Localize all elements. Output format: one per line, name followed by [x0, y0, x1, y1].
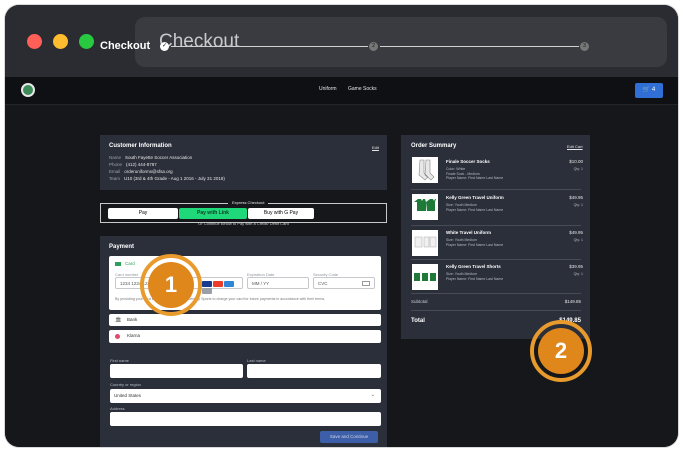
bank-icon: 🏛 — [115, 317, 122, 323]
divider — [411, 310, 581, 311]
item-image-shorts — [412, 264, 438, 290]
total-label: Total — [411, 318, 425, 324]
country-label: Country or region — [110, 382, 141, 387]
first-name-input[interactable] — [110, 364, 243, 378]
item-detail: Player Name: First Name Last Name — [446, 242, 504, 247]
minimize-window-button[interactable] — [53, 34, 68, 49]
item-price: $49.95 — [569, 195, 583, 200]
step-3: 3 — [580, 42, 589, 51]
amex-icon — [224, 281, 234, 287]
item-qty: Qty: 1 — [573, 167, 583, 171]
item-qty: Qty: 1 — [573, 203, 583, 207]
payment-title: Payment — [109, 244, 135, 250]
item-name: Kelly Green Travel Shorts — [446, 264, 501, 269]
step-1-check-icon: ✓ — [160, 42, 169, 51]
express-checkout: Express Checkout Pay Pay with Link Buy w… — [100, 200, 387, 223]
item-image-green-uniform — [412, 194, 438, 220]
visa-icon — [202, 281, 212, 287]
or-continue-text: Or Continue Below to Pay with a Credit/ … — [198, 221, 289, 226]
bank-tab-label: Bank — [127, 317, 138, 322]
first-name-label: First name — [110, 358, 129, 363]
order-summary-title: Order Summary — [411, 143, 457, 149]
nav-link-uniform[interactable]: Uniform — [319, 86, 337, 92]
customer-row-name: Name South Fayette Soccer Association — [109, 155, 193, 160]
customer-row-team: Team U10 (3rd & 4th Grade - Aug 1 2016 - … — [109, 176, 225, 181]
customer-row-phone: Phone (412) 444-8787 — [109, 162, 157, 167]
cart-icon: 🛒 — [642, 87, 651, 93]
item-name: Kelly Green Travel Uniform — [446, 195, 504, 200]
card-brand-icons — [202, 281, 242, 295]
chevron-down-icon: ⌄ — [370, 392, 375, 398]
divider — [411, 259, 581, 260]
customer-info-panel: Customer Information Edit Name South Faye… — [100, 135, 387, 190]
close-window-button[interactable] — [27, 34, 42, 49]
discover-icon — [202, 288, 212, 294]
customer-info-title: Customer Information — [109, 143, 172, 149]
cvc-card-icon — [362, 281, 370, 286]
item-qty: Qty: 1 — [573, 272, 583, 276]
klarna-tab-label: Klarna — [127, 333, 141, 338]
annotation-marker-2: 2 — [530, 320, 592, 382]
item-name: Finale Soccer Socks — [446, 159, 490, 164]
order-summary-panel: Order Summary Edit Cart Finale Soccer So… — [401, 135, 590, 339]
last-name-input[interactable] — [247, 364, 381, 378]
cart-count: 4 — [651, 87, 656, 93]
apple-pay-button[interactable]: Pay — [108, 208, 178, 219]
security-code-field[interactable]: CVC — [313, 277, 375, 289]
item-image-white-uniform — [412, 230, 438, 256]
item-name: White Travel Uniform — [446, 230, 492, 235]
customer-row-email: Email orderuniforms@sfsa.org — [109, 169, 173, 174]
link-pay-button[interactable]: Pay with Link — [179, 208, 247, 219]
country-select[interactable]: United States ⌄ — [110, 389, 381, 403]
item-price: $49.95 — [569, 230, 583, 235]
club-logo-icon[interactable] — [21, 83, 35, 97]
top-nav: Uniform Game Socks 🛒 4 — [5, 77, 678, 105]
subtotal-value: $149.85 — [564, 299, 581, 304]
save-and-continue-button[interactable]: Save and Continue — [320, 431, 378, 443]
card-icon — [115, 262, 121, 266]
item-qty: Qty: 1 — [573, 238, 583, 242]
card-tab-label: Card — [125, 261, 135, 266]
expiration-field[interactable]: MM / YY — [247, 277, 309, 289]
customer-edit-link[interactable]: Edit — [372, 145, 379, 150]
item-price: $10.00 — [569, 159, 583, 164]
subtotal-label: Subtotal — [411, 299, 428, 304]
item-detail: Player Name: First Name Last Name — [446, 276, 504, 281]
step-line-2 — [380, 46, 579, 47]
nav-link-game-socks[interactable]: Game Socks — [348, 86, 377, 92]
maximize-window-button[interactable] — [79, 34, 94, 49]
item-detail: Player Name: First Name Last Name — [446, 207, 504, 212]
cart-button[interactable]: 🛒 4 — [635, 83, 663, 98]
divider — [411, 225, 581, 226]
item-image-socks — [412, 157, 438, 183]
klarna-icon — [115, 334, 120, 339]
step-line-1 — [171, 46, 368, 47]
shorts-icon — [414, 273, 436, 281]
white-jersey-icon — [414, 236, 437, 248]
step-2: 2 — [369, 42, 378, 51]
annotation-marker-1: 1 — [140, 254, 202, 316]
klarna-payment-option[interactable]: Klarna — [109, 330, 381, 343]
edit-cart-link[interactable]: Edit Cart — [567, 144, 583, 149]
item-detail: Player Name: First Name Last Name — [446, 176, 504, 180]
divider — [411, 293, 581, 294]
checkout-heading: Checkout — [100, 40, 151, 52]
bank-payment-option[interactable]: 🏛 Bank — [109, 314, 381, 326]
jersey-icon — [414, 199, 436, 211]
express-checkout-label: Express Checkout — [228, 200, 269, 205]
google-pay-button[interactable]: Buy with G Pay — [248, 208, 314, 219]
item-price: $39.95 — [569, 264, 583, 269]
socks-icon — [418, 159, 435, 181]
mastercard-icon — [213, 281, 223, 287]
divider — [411, 189, 581, 190]
address-input[interactable] — [110, 412, 381, 426]
window-title: Checkout — [159, 31, 240, 52]
address-label: Address — [110, 406, 125, 411]
last-name-label: Last name — [247, 358, 266, 363]
